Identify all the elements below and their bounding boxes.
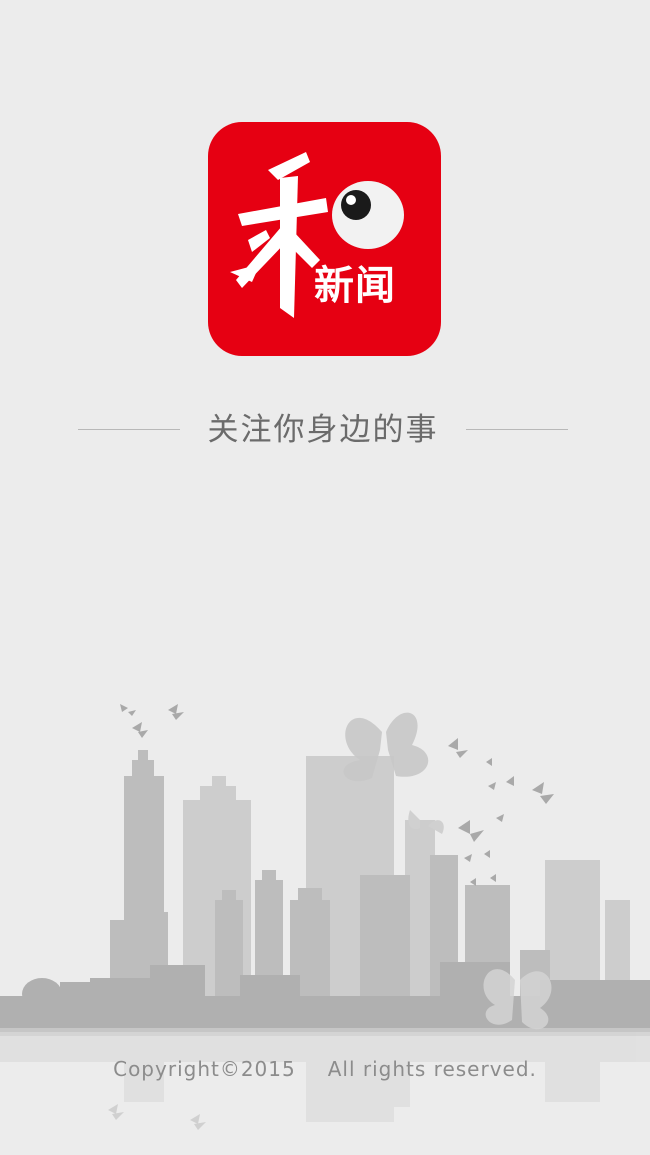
copyright-footer: Copyright©2015 All rights reserved. — [0, 1057, 650, 1081]
splash-screen: 新闻 关注你身边的事 Copyright©2015 All rights res… — [0, 0, 650, 1155]
app-logo — [208, 122, 441, 356]
city-skyline-illustration — [0, 704, 650, 1130]
copyright-year: Copyright©2015 — [113, 1057, 296, 1081]
tagline-divider-right — [466, 429, 568, 430]
tagline-text: 关注你身边的事 — [207, 412, 439, 448]
copyright-rights: All rights reserved. — [327, 1057, 537, 1081]
tagline: 关注你身边的事 — [78, 408, 568, 452]
logo-glyph-icon — [230, 152, 404, 318]
logo-text: 新闻 — [314, 263, 396, 309]
